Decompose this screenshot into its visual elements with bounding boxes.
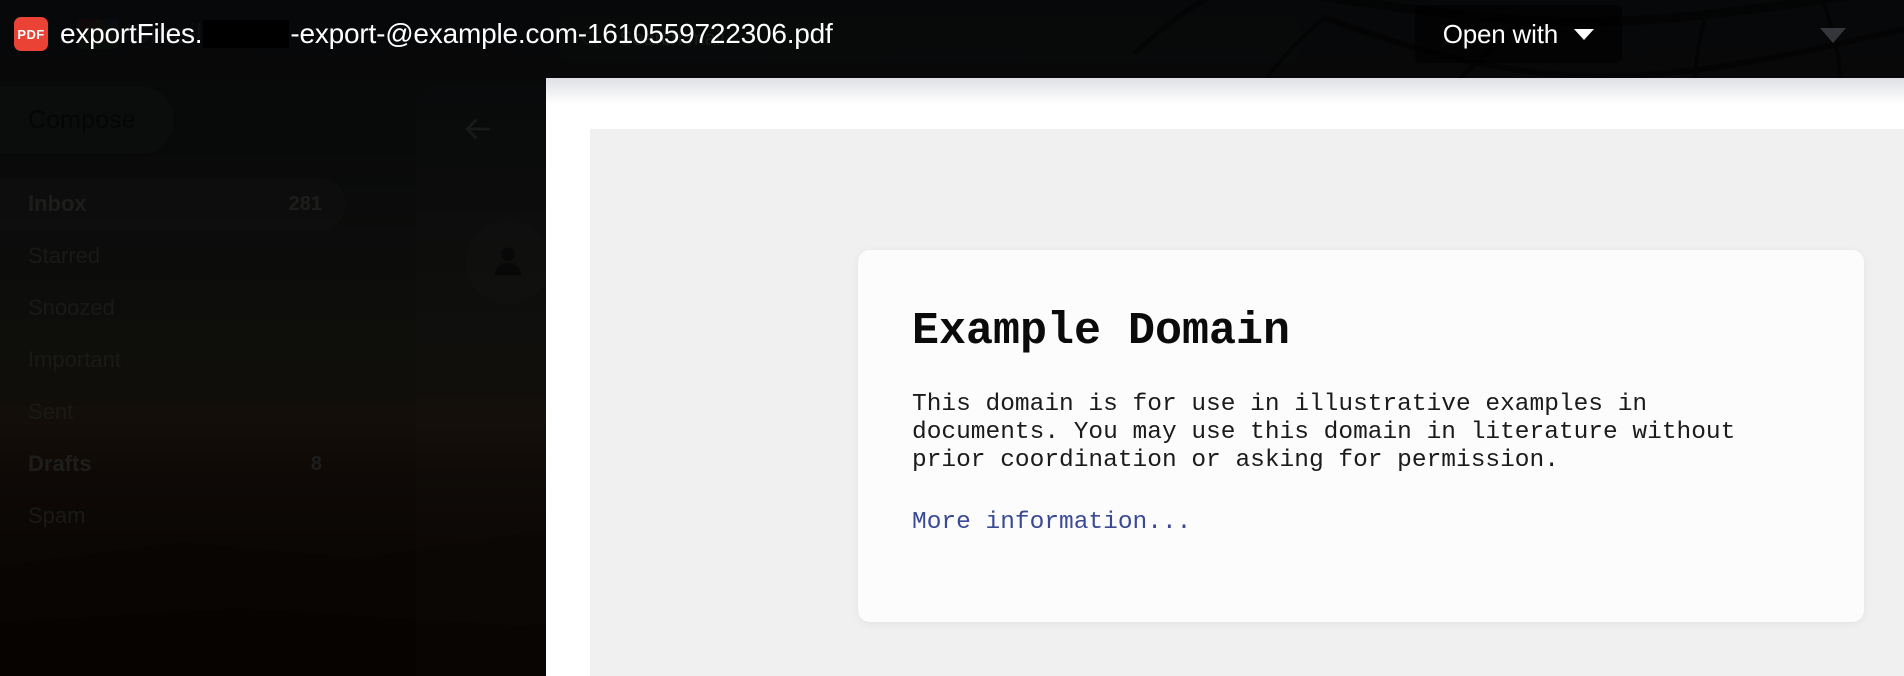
redacted-text-box — [203, 20, 290, 48]
body-paragraph-line-1: This domain is for use in illustrative e… — [912, 391, 1648, 419]
file-name-suffix: -export-@example.com-1610559722306.pdf — [290, 18, 833, 49]
page-title: Example Domain — [912, 306, 1291, 357]
pdf-file-icon: PDF — [14, 17, 48, 51]
file-name-prefix: exportFiles. — [60, 18, 203, 49]
more-information-link[interactable]: More information... — [912, 509, 1191, 536]
pdf-viewer-header: PDF exportFiles. -export-@example.com-161… — [0, 0, 1904, 68]
open-with-label: Open with — [1442, 18, 1558, 49]
pdf-file-icon-label: PDF — [17, 26, 45, 42]
pdf-page: Example Domain This domain is for use in… — [590, 129, 1904, 676]
body-paragraph-line-3: prior coordination or asking for permiss… — [912, 447, 1559, 475]
chevron-down-icon — [1574, 28, 1594, 40]
pdf-document-surface: Example Domain This domain is for use in… — [546, 78, 1904, 676]
example-domain-card: Example Domain This domain is for use in… — [858, 250, 1864, 622]
file-name: exportFiles. -export-@example.com-1610559… — [60, 18, 833, 50]
open-with-button[interactable]: Open with — [1414, 5, 1622, 63]
body-paragraph-line-2: documents. You may use this domain in li… — [912, 419, 1736, 447]
collapse-caret-icon[interactable] — [1820, 28, 1846, 43]
pdf-viewer-screen: Gmail Search mail Compose Inbox 281 — [0, 0, 1904, 676]
